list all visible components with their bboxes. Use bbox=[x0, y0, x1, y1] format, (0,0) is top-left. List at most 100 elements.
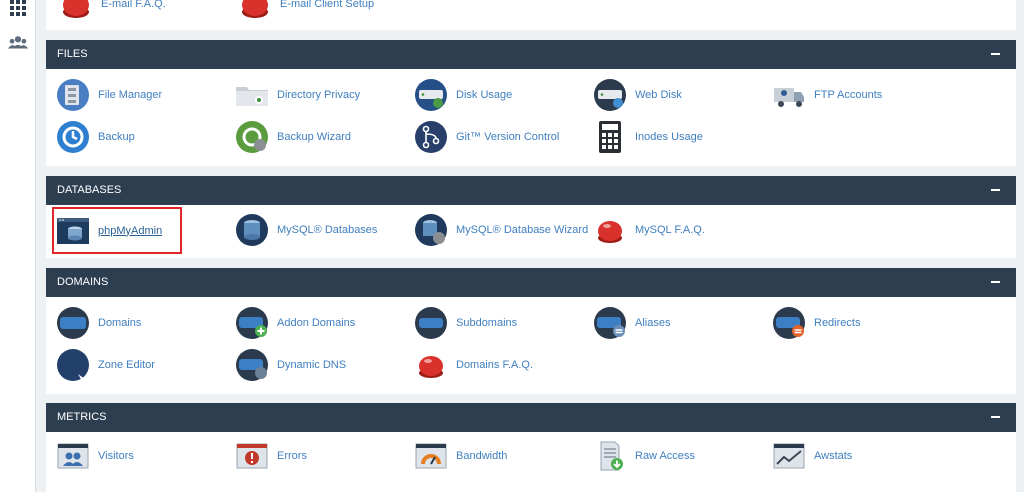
subdomains-item[interactable]: Subdomains bbox=[414, 306, 517, 340]
mysql-faq-label: MySQL F.A.Q. bbox=[635, 224, 705, 236]
bandwidth-gauge-icon bbox=[415, 443, 447, 469]
main-content: E-mail F.A.Q. E-mail Client Setup FILES … bbox=[46, 0, 1016, 492]
mysql-database-wizard-item[interactable]: MySQL® Database Wizard bbox=[414, 213, 588, 247]
addon-domain-icon bbox=[236, 307, 268, 339]
collapse-icon[interactable] bbox=[991, 53, 1000, 55]
backup-clock-icon bbox=[57, 121, 89, 153]
metrics-panel-title: METRICS bbox=[57, 411, 107, 423]
subdomains-label: Subdomains bbox=[456, 317, 518, 329]
web-disk-item[interactable]: Web Disk bbox=[593, 78, 682, 112]
zone-editor-label: Zone Editor bbox=[98, 359, 155, 371]
directory-privacy-item[interactable]: Directory Privacy bbox=[235, 78, 360, 112]
ftp-accounts-label: FTP Accounts bbox=[814, 89, 883, 101]
redirects-label: Redirects bbox=[814, 317, 861, 329]
disk-usage-item[interactable]: Disk Usage bbox=[414, 78, 512, 112]
files-panel: FILES File Manager Directory Privacy Dis… bbox=[46, 40, 1016, 166]
domains-panel: DOMAINS Domains Addon Domains Subdomains… bbox=[46, 268, 1016, 394]
awstats-chart-icon bbox=[773, 443, 805, 469]
awstats-item[interactable]: Awstats bbox=[772, 439, 852, 473]
database-icon bbox=[236, 214, 268, 246]
inodes-usage-label: Inodes Usage bbox=[635, 131, 703, 143]
domains-faq-label: Domains F.A.Q. bbox=[456, 359, 534, 371]
dotcom-icon bbox=[57, 307, 89, 339]
raw-access-item[interactable]: Raw Access bbox=[593, 439, 695, 473]
errors-item[interactable]: Errors bbox=[235, 439, 307, 473]
ftp-truck-icon bbox=[774, 88, 804, 107]
aliases-label: Aliases bbox=[635, 317, 671, 329]
ftp-accounts-item[interactable]: FTP Accounts bbox=[772, 78, 882, 112]
file-cabinet-icon bbox=[57, 79, 89, 111]
dynamic-dns-label: Dynamic DNS bbox=[277, 359, 347, 371]
subdomain-icon bbox=[415, 307, 447, 339]
bandwidth-label: Bandwidth bbox=[456, 450, 508, 462]
help-button-icon bbox=[598, 221, 622, 243]
errors-label: Errors bbox=[277, 450, 307, 462]
backup-label: Backup bbox=[98, 131, 135, 143]
help-button-icon bbox=[242, 0, 268, 18]
errors-icon bbox=[236, 443, 268, 469]
mysql-faq-item[interactable]: MySQL F.A.Q. bbox=[593, 213, 705, 247]
database-wizard-icon bbox=[415, 214, 447, 246]
apps-grid-icon[interactable] bbox=[8, 0, 28, 18]
backup-wizard-icon bbox=[236, 121, 268, 153]
collapse-icon[interactable] bbox=[991, 281, 1000, 283]
backup-item[interactable]: Backup bbox=[56, 120, 135, 154]
backup-wizard-label: Backup Wizard bbox=[277, 131, 351, 143]
dynamic-dns-icon bbox=[236, 349, 268, 381]
dynamic-dns-item[interactable]: Dynamic DNS bbox=[235, 348, 346, 382]
left-sidebar bbox=[0, 0, 36, 492]
git-version-control-item[interactable]: Git™ Version Control bbox=[414, 120, 559, 154]
domains-panel-title: DOMAINS bbox=[57, 276, 109, 288]
mysql-databases-label: MySQL® Databases bbox=[277, 224, 378, 236]
users-icon[interactable] bbox=[8, 34, 28, 52]
visitors-item[interactable]: Visitors bbox=[56, 439, 134, 473]
databases-panel: DATABASES phpMyAdmin MySQL® Databases My… bbox=[46, 176, 1016, 258]
files-panel-title: FILES bbox=[57, 48, 88, 60]
email-faq-item[interactable]: E-mail F.A.Q. bbox=[59, 0, 166, 21]
addon-domains-item[interactable]: Addon Domains bbox=[235, 306, 355, 340]
mysql-databases-item[interactable]: MySQL® Databases bbox=[235, 213, 377, 247]
inodes-calculator-icon bbox=[599, 121, 621, 153]
help-button-icon bbox=[63, 0, 89, 18]
backup-wizard-item[interactable]: Backup Wizard bbox=[235, 120, 351, 154]
bandwidth-item[interactable]: Bandwidth bbox=[414, 439, 507, 473]
domains-item[interactable]: Domains bbox=[56, 306, 141, 340]
files-panel-header[interactable]: FILES bbox=[46, 40, 1016, 69]
email-faq-label: E-mail F.A.Q. bbox=[101, 0, 166, 10]
collapse-icon[interactable] bbox=[991, 416, 1000, 418]
directory-privacy-label: Directory Privacy bbox=[277, 89, 361, 101]
visitors-label: Visitors bbox=[98, 450, 134, 462]
domains-panel-header[interactable]: DOMAINS bbox=[46, 268, 1016, 297]
metrics-panel: METRICS Visitors Errors Bandwidth Raw Ac… bbox=[46, 403, 1016, 492]
phpmyadmin-item[interactable]: phpMyAdmin bbox=[52, 207, 182, 254]
web-disk-icon bbox=[594, 79, 626, 111]
file-manager-label: File Manager bbox=[98, 89, 163, 101]
mysql-database-wizard-label: MySQL® Database Wizard bbox=[456, 224, 589, 236]
email-panel: E-mail F.A.Q. E-mail Client Setup bbox=[46, 0, 1016, 30]
disk-usage-label: Disk Usage bbox=[456, 89, 513, 101]
disk-usage-icon bbox=[415, 79, 447, 111]
aliases-item[interactable]: Aliases bbox=[593, 306, 670, 340]
web-disk-label: Web Disk bbox=[635, 89, 682, 101]
email-client-setup-item[interactable]: E-mail Client Setup bbox=[238, 0, 374, 21]
zone-editor-item[interactable]: Zone Editor bbox=[56, 348, 155, 382]
phpmyadmin-icon bbox=[57, 217, 89, 244]
redirects-item[interactable]: Redirects bbox=[772, 306, 860, 340]
collapse-icon[interactable] bbox=[991, 189, 1000, 191]
help-button-icon bbox=[419, 356, 443, 378]
visitors-icon bbox=[57, 443, 89, 469]
metrics-panel-header[interactable]: METRICS bbox=[46, 403, 1016, 432]
inodes-usage-item[interactable]: Inodes Usage bbox=[593, 120, 703, 154]
phpmyadmin-label: phpMyAdmin bbox=[98, 224, 163, 237]
dns-zone-icon bbox=[57, 349, 89, 381]
file-manager-item[interactable]: File Manager bbox=[56, 78, 162, 112]
git-branch-icon bbox=[415, 121, 447, 153]
domains-faq-item[interactable]: Domains F.A.Q. bbox=[414, 348, 533, 382]
domains-label: Domains bbox=[98, 317, 142, 329]
awstats-label: Awstats bbox=[814, 450, 853, 462]
addon-domains-label: Addon Domains bbox=[277, 317, 356, 329]
alias-domain-icon bbox=[594, 307, 626, 339]
email-client-setup-label: E-mail Client Setup bbox=[280, 0, 375, 10]
databases-panel-header[interactable]: DATABASES bbox=[46, 176, 1016, 205]
redirect-domain-icon bbox=[773, 307, 805, 339]
